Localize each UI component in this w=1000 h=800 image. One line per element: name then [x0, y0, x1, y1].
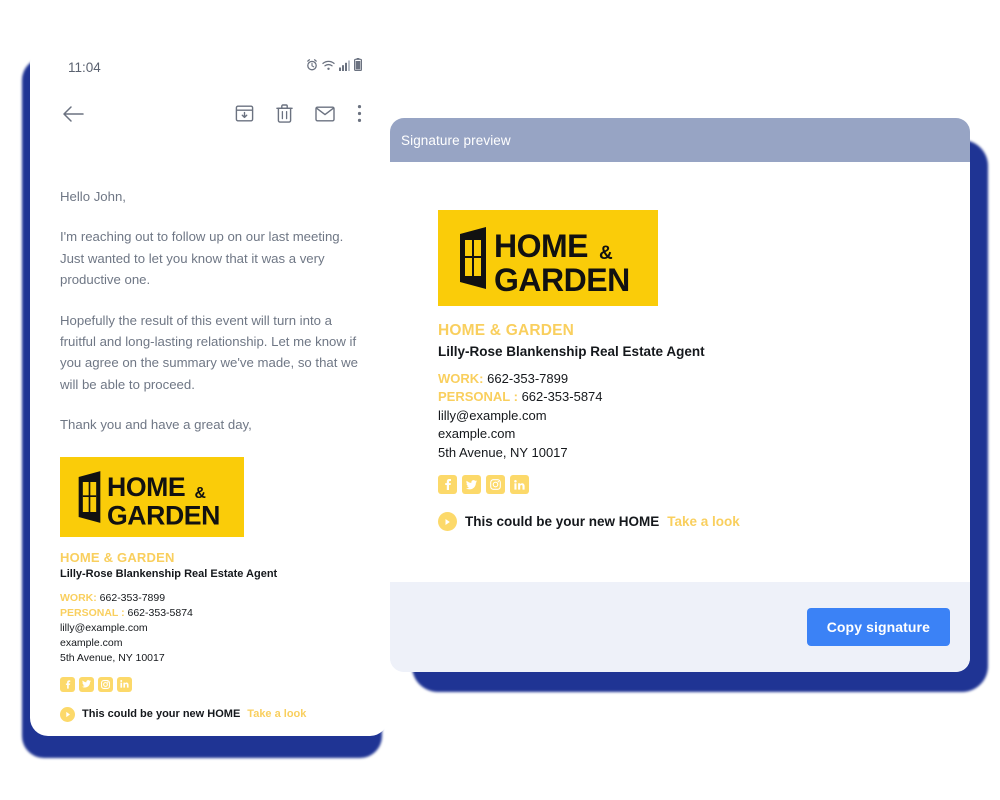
work-phone-row: WORK: 662-353-7899 [60, 591, 358, 606]
svg-text:GARDEN: GARDEN [494, 262, 630, 298]
wifi-icon [322, 58, 335, 76]
work-phone-value[interactable]: 662-353-7899 [487, 371, 568, 386]
signature-company: HOME & GARDEN [438, 322, 575, 339]
signature-preview-pane: HOME & GARDEN HOME & GARDEN Lilly-Rose B… [390, 162, 970, 582]
twitter-icon[interactable] [462, 475, 481, 495]
email-paragraph: Hopefully the result of this event will … [60, 312, 358, 392]
battery-icon [354, 58, 363, 76]
website-url[interactable]: example.com [438, 425, 970, 443]
svg-text:HOME: HOME [494, 228, 588, 264]
linkedin-icon[interactable] [117, 676, 132, 692]
signature-cta-row[interactable]: This could be your new HOME Take a look [438, 512, 970, 532]
signature-contact-block: WORK: 662-353-7899 PERSONAL : 662-353-58… [60, 591, 358, 666]
copy-signature-button[interactable]: Copy signature [806, 608, 950, 646]
personal-phone-row: PERSONAL : 662-353-5874 [438, 388, 970, 406]
postal-address: 5th Avenue, NY 10017 [60, 652, 165, 664]
alarm-icon [306, 58, 318, 76]
instagram-icon[interactable] [98, 676, 113, 692]
personal-phone-row: PERSONAL : 662-353-5874 [60, 606, 358, 621]
website-url[interactable]: example.com [60, 636, 358, 651]
email-paragraph: Thank you and have a great day, [60, 417, 252, 432]
back-arrow-icon[interactable] [62, 105, 84, 128]
postal-address: 5th Avenue, NY 10017 [438, 444, 568, 460]
cta-link[interactable]: Take a look [667, 514, 740, 529]
work-label: WORK: [60, 592, 97, 605]
signature-cta-row[interactable]: This could be your new HOME Take a look [60, 706, 358, 722]
email-address[interactable]: lilly@example.com [438, 407, 970, 425]
mail-toolbar [30, 90, 388, 142]
personal-label: PERSONAL : [438, 389, 518, 405]
email-paragraph: I'm reaching out to follow up on our las… [60, 229, 344, 288]
window-header: Signature preview [390, 118, 970, 162]
signature-person: Lilly-Rose Blankenship Real Estate Agent [438, 344, 705, 359]
window-title: Signature preview [401, 132, 511, 148]
svg-text:HOME: HOME [107, 473, 185, 503]
phone-mockup: 11:04 Hello John, I'm reaching out to fo… [30, 44, 388, 736]
email-signature-desktop: HOME & GARDEN HOME & GARDEN Lilly-Rose B… [438, 210, 970, 532]
cta-text: This could be your new HOME [465, 514, 660, 530]
personal-label: PERSONAL : [60, 607, 125, 620]
signature-contact-block: WORK: 662-353-7899 PERSONAL : 662-353-58… [438, 370, 970, 462]
cta-link[interactable]: Take a look [247, 708, 306, 720]
svg-text:&: & [599, 243, 613, 264]
status-clock: 11:04 [68, 59, 101, 75]
email-paragraph: Hello John, [60, 189, 126, 204]
phone-status-bar: 11:04 [30, 44, 388, 90]
email-address[interactable]: lilly@example.com [60, 621, 358, 636]
status-icons-group [306, 58, 363, 76]
linkedin-icon[interactable] [510, 475, 529, 495]
email-body: Hello John, I'm reaching out to follow u… [30, 142, 388, 722]
page-root: Signature preview HOME & GARDEN HOME & G… [0, 0, 1000, 800]
mail-toolbar-actions [235, 104, 362, 128]
signature-company: HOME & GARDEN [60, 550, 175, 566]
archive-icon[interactable] [235, 104, 254, 128]
social-links-row [438, 475, 970, 495]
trash-icon[interactable] [276, 104, 293, 128]
personal-phone-value[interactable]: 662-353-5874 [128, 607, 193, 619]
twitter-icon[interactable] [79, 676, 94, 692]
more-vertical-icon[interactable] [357, 104, 362, 128]
facebook-icon[interactable] [438, 475, 457, 495]
signature-person: Lilly-Rose Blankenship Real Estate Agent [60, 568, 278, 581]
facebook-icon[interactable] [60, 676, 75, 692]
work-label: WORK: [438, 371, 484, 386]
work-phone-value[interactable]: 662-353-7899 [100, 592, 165, 604]
work-phone-row: WORK: 662-353-7899 [438, 370, 970, 388]
signal-icon [339, 58, 350, 76]
play-icon[interactable] [60, 706, 75, 722]
home-garden-logo: HOME & GARDEN [438, 210, 658, 306]
play-icon[interactable] [438, 512, 457, 532]
social-links-row [60, 676, 358, 692]
signature-preview-window: Signature preview HOME & GARDEN HOME & G… [390, 118, 970, 672]
svg-text:&: & [195, 485, 206, 502]
email-signature-mobile: HOME & GARDEN HOME & GARDEN Lilly-Rose B… [60, 457, 358, 722]
svg-text:GARDEN: GARDEN [107, 501, 220, 531]
envelope-icon[interactable] [315, 106, 335, 127]
window-footer: Copy signature [390, 582, 970, 672]
cta-text: This could be your new HOME [82, 708, 241, 721]
personal-phone-value[interactable]: 662-353-5874 [522, 389, 603, 404]
home-garden-logo: HOME & GARDEN [60, 457, 244, 538]
instagram-icon[interactable] [486, 475, 505, 495]
